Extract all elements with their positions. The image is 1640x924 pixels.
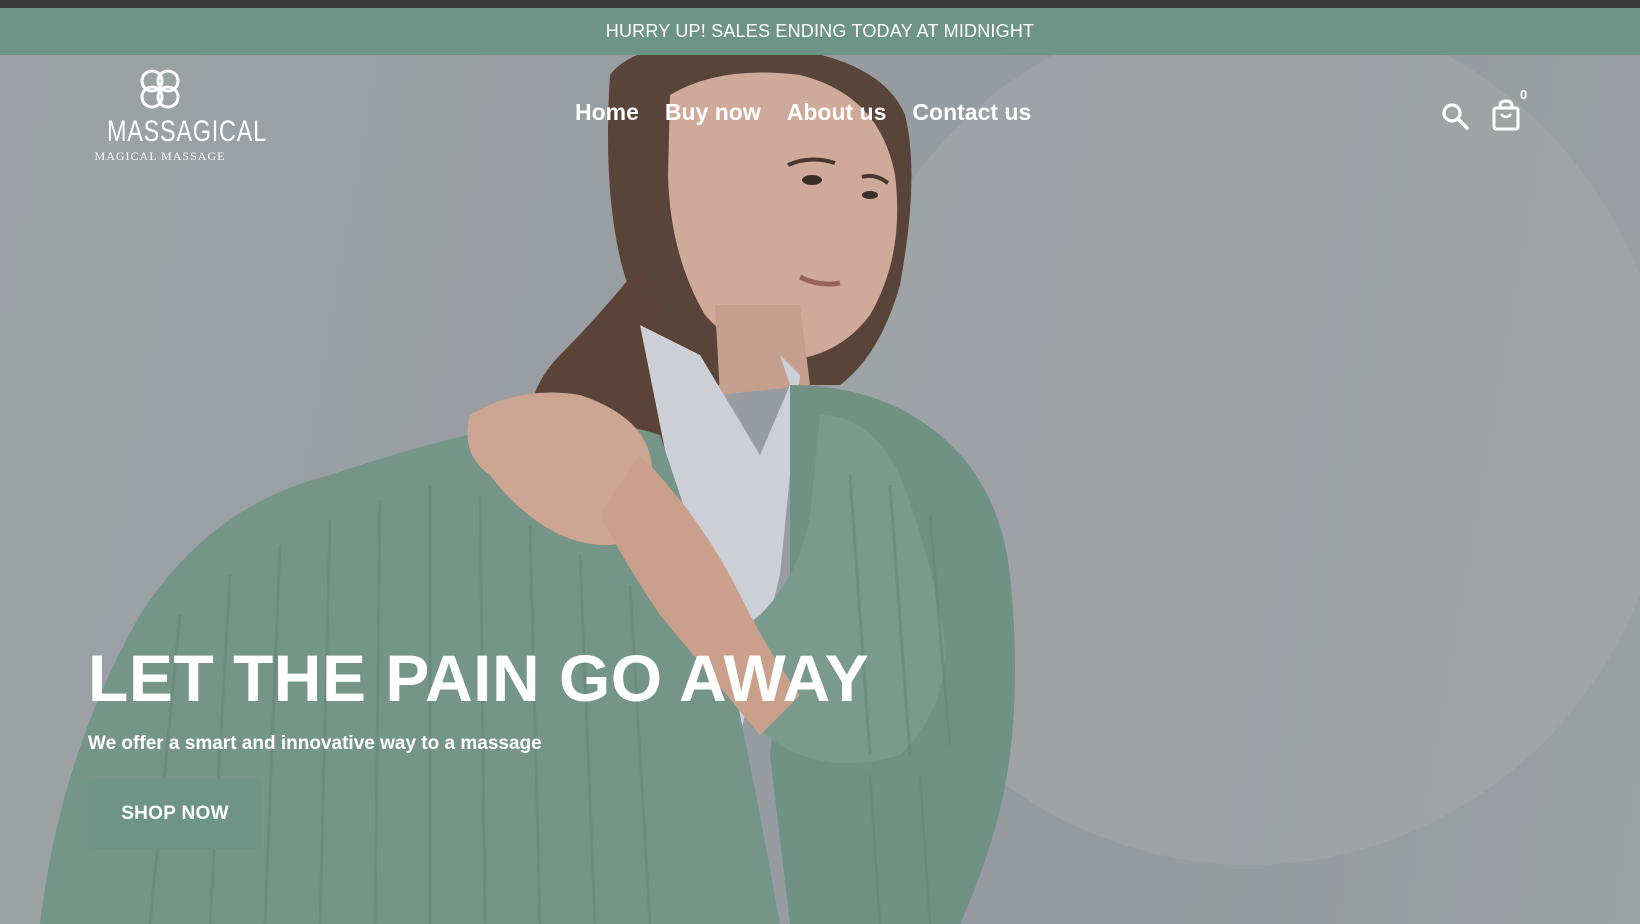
logo-brand-name: MASSAGICAL <box>106 115 267 148</box>
cart-count-badge: 0 <box>1520 87 1528 102</box>
nav-about-us[interactable]: About us <box>787 99 887 126</box>
search-icon[interactable] <box>1440 101 1470 131</box>
nav-home[interactable]: Home <box>575 99 639 126</box>
header-icons: 0 <box>1436 87 1536 135</box>
shopping-bag-icon[interactable] <box>1490 99 1522 131</box>
announcement-bar: HURRY UP! SALES ENDING TODAY AT MIDNIGHT <box>0 8 1640 55</box>
nav-contact-us[interactable]: Contact us <box>912 99 1031 126</box>
hero-section: MASSAGICAL MAGICAL MASSAGE Home Buy now … <box>0 55 1640 924</box>
hero-title: LET THE PAIN GO AWAY <box>88 641 870 715</box>
site-logo[interactable]: MASSAGICAL MAGICAL MASSAGE <box>92 65 267 163</box>
hero-subtitle: We offer a smart and innovative way to a… <box>88 733 542 754</box>
shop-now-button[interactable]: SHOP NOW <box>88 779 262 849</box>
clover-logo-icon <box>140 69 180 109</box>
main-nav: Home Buy now About us Contact us <box>575 99 1031 126</box>
logo-tagline: MAGICAL MASSAGE <box>94 149 226 163</box>
page: HURRY UP! SALES ENDING TODAY AT MIDNIGHT <box>0 0 1640 924</box>
browser-top-strip <box>0 0 1640 8</box>
nav-buy-now[interactable]: Buy now <box>665 99 761 126</box>
announcement-text: HURRY UP! SALES ENDING TODAY AT MIDNIGHT <box>605 21 1035 41</box>
